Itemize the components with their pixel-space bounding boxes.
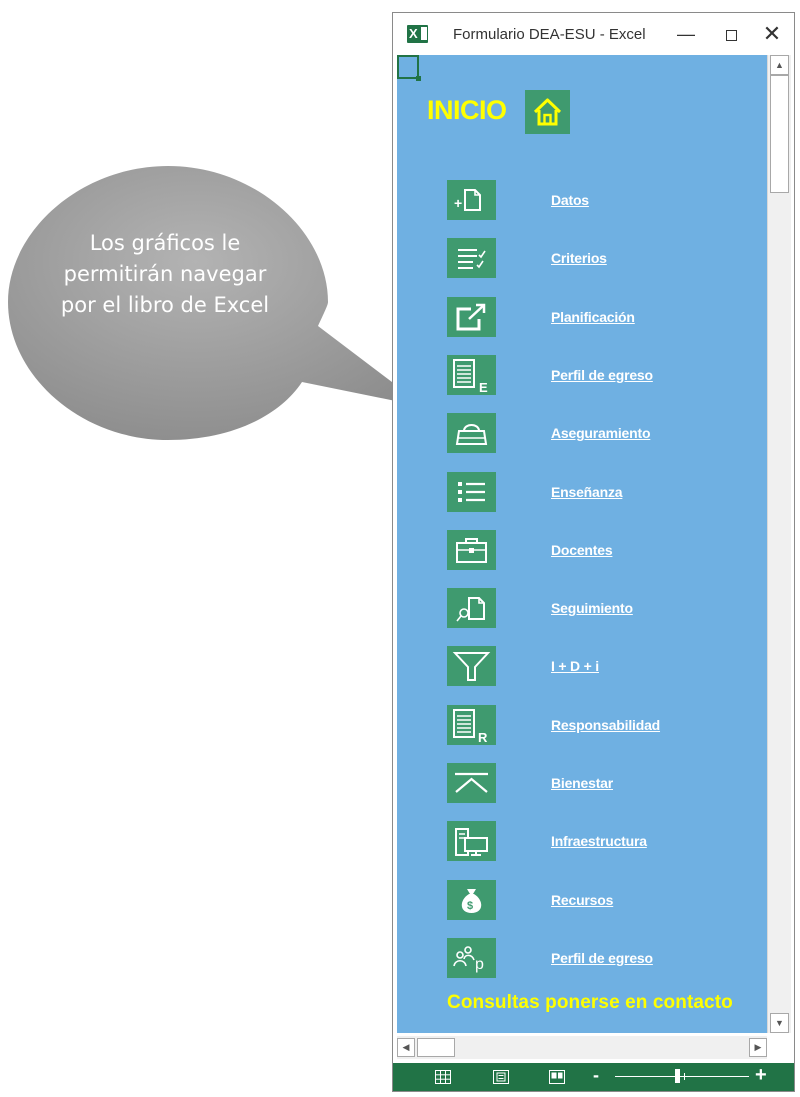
- computer-icon[interactable]: [447, 821, 496, 861]
- nav-link[interactable]: Perfil de egreso: [551, 950, 653, 966]
- nav-item[interactable]: Criterios: [447, 238, 767, 278]
- nav-link[interactable]: Perfil de egreso: [551, 367, 653, 383]
- svg-text:p: p: [475, 956, 484, 973]
- collapse-up-icon[interactable]: [447, 763, 496, 803]
- svg-text:E: E: [479, 380, 488, 395]
- zoom-center-mark: [684, 1073, 685, 1080]
- nav-link[interactable]: Datos: [551, 192, 589, 208]
- close-button[interactable]: ✕: [759, 21, 785, 47]
- nav-item[interactable]: + Datos: [447, 180, 767, 220]
- minimize-icon: —: [677, 24, 695, 44]
- nav-item[interactable]: Infraestructura: [447, 821, 767, 861]
- nav-item[interactable]: I + D + i: [447, 646, 767, 686]
- nav-link[interactable]: Infraestructura: [551, 833, 647, 849]
- nav-link[interactable]: Planificación: [551, 309, 635, 325]
- nav-link[interactable]: Aseguramiento: [551, 425, 651, 441]
- nav-item[interactable]: p Perfil de egreso: [447, 938, 767, 978]
- checklist-icon[interactable]: [447, 238, 496, 278]
- excel-icon: X: [407, 25, 428, 43]
- home-button[interactable]: [525, 90, 570, 134]
- page-layout-icon[interactable]: [493, 1070, 509, 1084]
- svg-text:$: $: [467, 900, 473, 912]
- status-bar: - +: [393, 1063, 794, 1091]
- contact-text: Consultas ponerse en contacto: [447, 992, 733, 1013]
- bulleted-list-icon[interactable]: [447, 472, 496, 512]
- page-title: INICIO: [427, 95, 507, 125]
- briefcase-icon[interactable]: [447, 530, 496, 570]
- maximize-icon: [725, 29, 737, 41]
- window-title: Formulario DEA-ESU - Excel: [453, 26, 646, 43]
- nav-link[interactable]: Recursos: [551, 892, 613, 908]
- document-r-icon[interactable]: R: [447, 705, 496, 745]
- zoom-out-button[interactable]: -: [593, 1065, 599, 1086]
- nav-link[interactable]: Docentes: [551, 542, 613, 558]
- nav-link[interactable]: Seguimiento: [551, 600, 633, 616]
- nav-item[interactable]: Docentes: [447, 530, 767, 570]
- worksheet[interactable]: INICIO + Datos Criterios Planificación E Perf…: [397, 55, 767, 1033]
- page-break-preview-icon[interactable]: [549, 1070, 565, 1084]
- minimize-button[interactable]: —: [673, 21, 699, 47]
- scroll-left-icon[interactable]: ◀: [397, 1038, 415, 1057]
- scroll-up-icon[interactable]: ▲: [770, 55, 789, 75]
- zoom-in-button[interactable]: +: [755, 1064, 767, 1087]
- home-icon: [533, 98, 562, 126]
- scroll-down-icon[interactable]: ▼: [770, 1013, 789, 1033]
- nav-link[interactable]: Criterios: [551, 250, 607, 266]
- nav-item[interactable]: Bienestar: [447, 763, 767, 803]
- nav-link[interactable]: Bienestar: [551, 775, 613, 791]
- callout-bubble: Los gráficos le permitirán navegar por e…: [0, 0, 440, 460]
- maximize-button[interactable]: [718, 21, 744, 47]
- zoom-slider-track[interactable]: [615, 1076, 749, 1077]
- nav-link[interactable]: Enseñanza: [551, 484, 623, 500]
- svg-text:R: R: [478, 730, 488, 745]
- new-document-icon[interactable]: +: [447, 180, 496, 220]
- document-e-icon[interactable]: E: [447, 355, 496, 395]
- scroll-right-icon[interactable]: ▶: [749, 1038, 767, 1057]
- nav-item[interactable]: R Responsabilidad: [447, 705, 767, 745]
- nav-link[interactable]: Responsabilidad: [551, 717, 660, 733]
- horizontal-scrollbar[interactable]: ◀ ▶: [397, 1036, 767, 1059]
- search-document-icon[interactable]: [447, 588, 496, 628]
- nav-item[interactable]: Aseguramiento: [447, 413, 767, 453]
- vertical-scrollbar[interactable]: ▲ ▼: [767, 55, 791, 1033]
- nav-link[interactable]: I + D + i: [551, 658, 599, 674]
- nav-item[interactable]: $ Recursos: [447, 880, 767, 920]
- export-arrow-icon[interactable]: [447, 297, 496, 337]
- title-bar: X Formulario DEA-ESU - Excel — ✕: [393, 13, 794, 53]
- vertical-scroll-thumb[interactable]: [770, 75, 789, 193]
- normal-view-icon[interactable]: [435, 1070, 451, 1084]
- callout-text: Los gráficos le permitirán navegar por e…: [60, 231, 270, 317]
- nav-item[interactable]: Seguimiento: [447, 588, 767, 628]
- horizontal-scroll-thumb[interactable]: [417, 1038, 455, 1057]
- close-icon: ✕: [762, 21, 782, 46]
- money-bag-icon[interactable]: $: [447, 880, 496, 920]
- nav-item[interactable]: Planificación: [447, 297, 767, 337]
- nav-item[interactable]: Enseñanza: [447, 472, 767, 512]
- filter-icon[interactable]: [447, 646, 496, 686]
- nav-item[interactable]: E Perfil de egreso: [447, 355, 767, 395]
- svg-text:+: +: [454, 195, 462, 211]
- people-p-icon[interactable]: p: [447, 938, 496, 978]
- zoom-slider-thumb[interactable]: [675, 1069, 680, 1083]
- selected-cell[interactable]: [397, 55, 421, 81]
- excel-window: X Formulario DEA-ESU - Excel — ✕ INICIO …: [392, 12, 795, 1092]
- handbag-icon[interactable]: [447, 413, 496, 453]
